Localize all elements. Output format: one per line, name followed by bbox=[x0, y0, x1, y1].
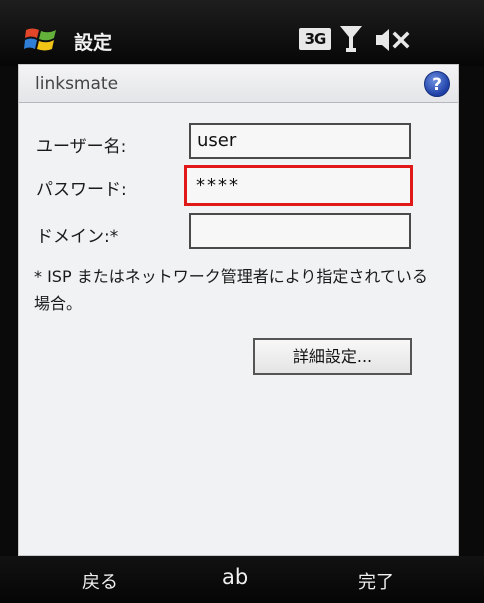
device-screen: 設定 3G linksmate ? ユーザー名: user パスワード: ***… bbox=[0, 0, 484, 603]
password-field[interactable]: **** bbox=[184, 165, 413, 206]
username-label: ユーザー名: bbox=[36, 137, 127, 157]
domain-label: ドメイン:* bbox=[36, 227, 119, 247]
window-header: linksmate ? bbox=[19, 65, 458, 103]
windows-start-icon[interactable] bbox=[24, 24, 58, 54]
softkey-bar: 戻る ab 完了 bbox=[0, 556, 484, 603]
input-mode-softkey[interactable]: ab bbox=[222, 565, 248, 589]
status-bar: 設定 3G bbox=[0, 0, 484, 66]
domain-field[interactable] bbox=[189, 213, 411, 249]
settings-window: linksmate ? ユーザー名: user パスワード: **** ドメイン… bbox=[18, 64, 459, 556]
back-softkey[interactable]: 戻る bbox=[82, 568, 118, 594]
help-icon[interactable]: ? bbox=[424, 71, 450, 97]
signal-antenna-icon[interactable] bbox=[338, 24, 364, 54]
network-3g-icon: 3G bbox=[299, 28, 331, 50]
done-softkey[interactable]: 完了 bbox=[358, 568, 394, 594]
advanced-settings-button[interactable]: 詳細設定... bbox=[253, 338, 412, 375]
domain-note: * ISP またはネットワーク管理者により指定されている場合。 bbox=[34, 267, 428, 313]
password-label: パスワード: bbox=[36, 180, 127, 200]
volume-muted-icon[interactable] bbox=[374, 27, 410, 53]
username-field[interactable]: user bbox=[189, 123, 411, 159]
window-title: linksmate bbox=[35, 74, 119, 94]
status-title: 設定 bbox=[74, 32, 113, 54]
